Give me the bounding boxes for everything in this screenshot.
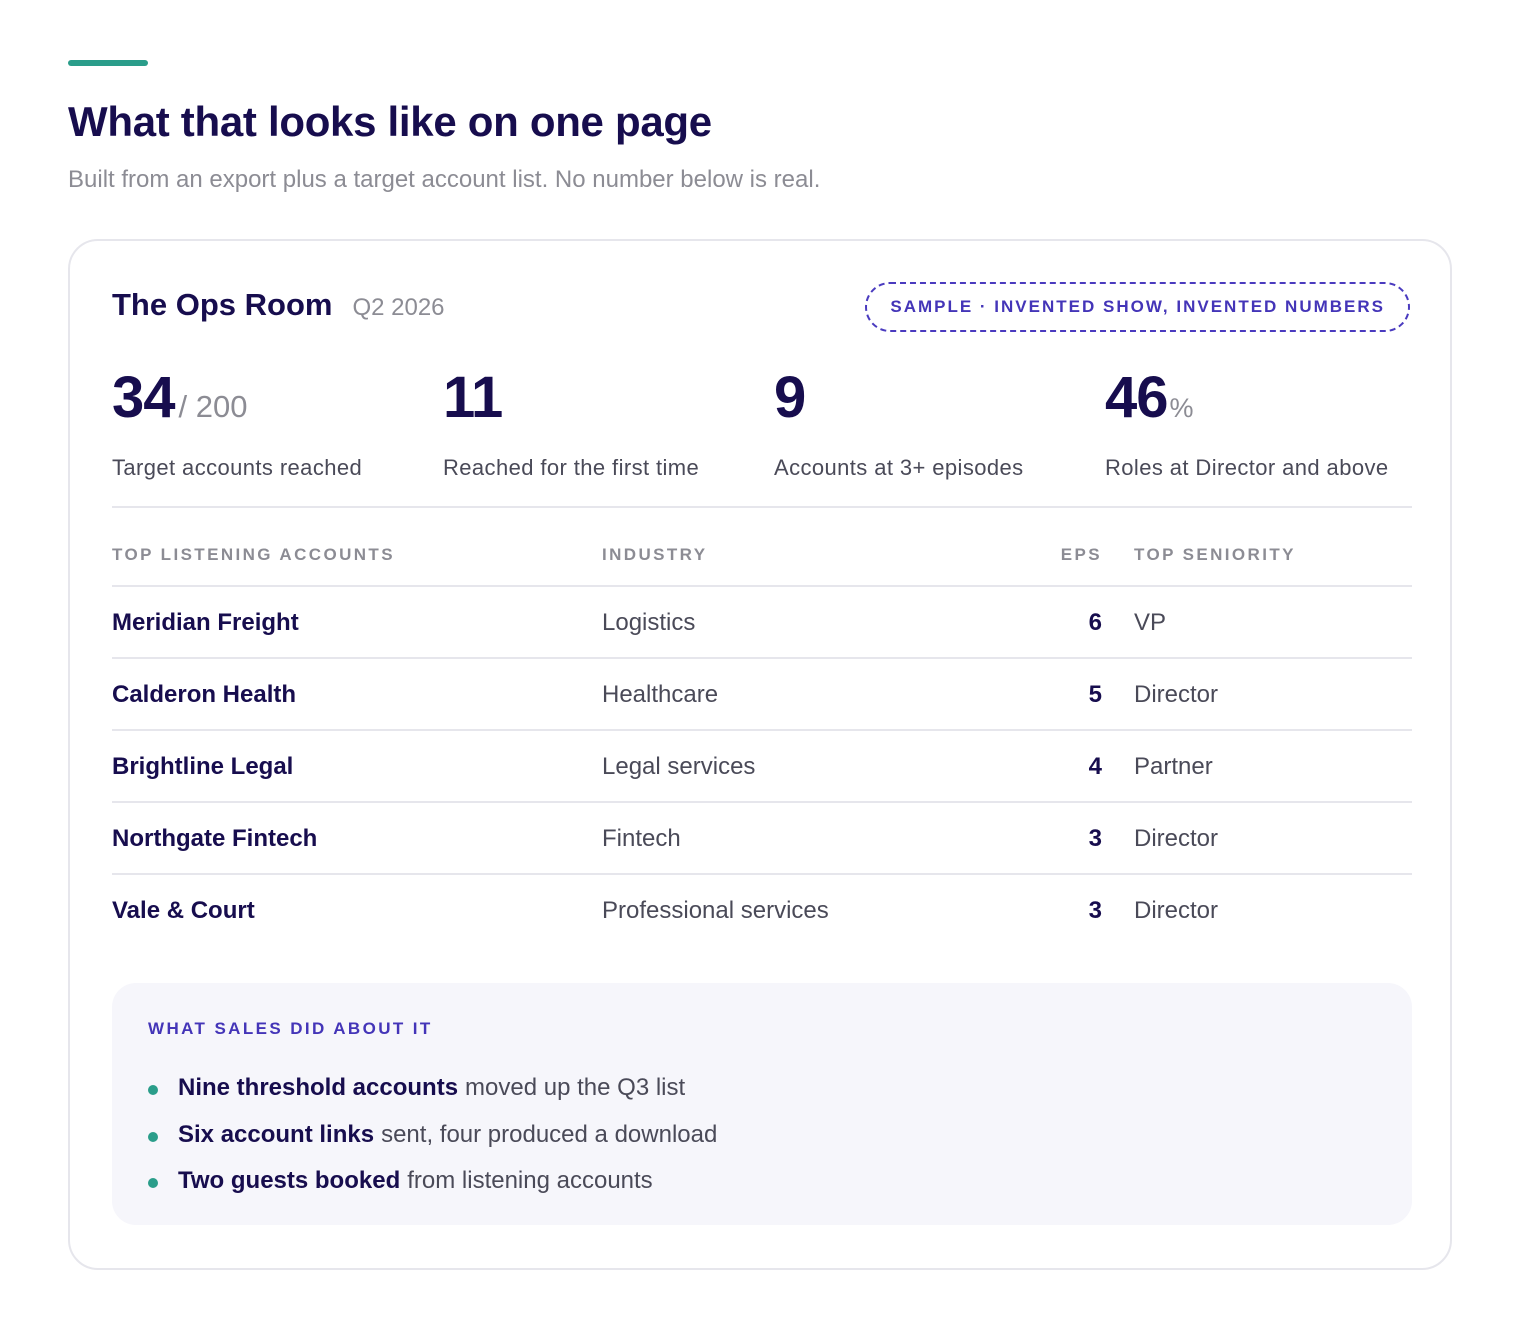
cell-account: Meridian Freight	[112, 609, 299, 636]
table-row: Brightline Legal Legal services 4 Partne…	[112, 731, 1412, 803]
list-item: Nine threshold accounts moved up the Q3 …	[148, 1065, 717, 1112]
cell-seniority: VP	[1134, 609, 1167, 636]
sales-item-text: moved up the Q3 list	[465, 1074, 686, 1102]
cell-seniority: Director	[1134, 681, 1219, 708]
bullet-dot-icon	[148, 1178, 158, 1189]
show-period: Q2 2026	[352, 294, 445, 321]
accounts-table: TOP LISTENING ACCOUNTS INDUSTRY EPS TOP …	[112, 539, 1412, 947]
table-row: Calderon Health Healthcare 5 Director	[112, 659, 1412, 731]
sales-actions-list: Nine threshold accounts moved up the Q3 …	[148, 1065, 717, 1205]
stat-label: Accounts at 3+ episodes	[774, 455, 1024, 480]
stat-number: 34	[112, 365, 176, 430]
sales-item-highlight: Six account links	[178, 1120, 375, 1148]
stat-number: 9	[774, 365, 806, 430]
stat-label: Target accounts reached	[112, 455, 363, 480]
report-card: The Ops Room Q2 2026 SAMPLE · INVENTED S…	[68, 239, 1452, 1270]
stat-suffix: / 200	[178, 389, 248, 424]
cell-seniority: Partner	[1134, 753, 1213, 780]
table-row: Northgate Fintech Fintech 3 Director	[112, 803, 1412, 875]
page-subtitle: Built from an export plus a target accou…	[68, 166, 821, 193]
stat-value: 9	[774, 363, 1024, 433]
sales-actions-panel: WHAT SALES DID ABOUT IT Nine threshold a…	[112, 983, 1412, 1225]
accent-bar	[68, 60, 148, 66]
cell-eps: 6	[1088, 609, 1102, 636]
show-name: The Ops Room	[112, 287, 333, 322]
cell-industry: Healthcare	[602, 681, 719, 708]
column-header-eps: EPS	[1060, 545, 1102, 564]
list-item: Six account links sent, four produced a …	[148, 1112, 717, 1159]
table-header: TOP LISTENING ACCOUNTS INDUSTRY EPS TOP …	[112, 539, 1412, 587]
column-header-seniority: TOP SENIORITY	[1134, 545, 1296, 564]
page-title: What that looks like on one page	[68, 98, 712, 145]
cell-industry: Legal services	[602, 753, 756, 780]
stat-value: 46 %	[1105, 363, 1389, 433]
sample-badge: SAMPLE · INVENTED SHOW, INVENTED NUMBERS	[865, 282, 1410, 332]
table-row: Meridian Freight Logistics 6 VP	[112, 587, 1412, 659]
table-row: Vale & Court Professional services 3 Dir…	[112, 875, 1412, 947]
sales-item-highlight: Nine threshold accounts	[178, 1074, 459, 1102]
stat-target-accounts: 34 / 200 Target accounts reached	[112, 363, 362, 481]
cell-industry: Professional services	[602, 897, 829, 924]
stat-first-time: 11 Reached for the first time	[443, 363, 699, 481]
stat-value: 11	[443, 363, 699, 433]
stat-percent-sign: %	[1169, 393, 1194, 423]
stat-director-and-above: 46 % Roles at Director and above	[1105, 363, 1389, 481]
sales-item-highlight: Two guests booked	[178, 1167, 401, 1195]
bullet-dot-icon	[148, 1085, 158, 1096]
stat-number: 46	[1105, 365, 1169, 430]
stat-number: 11	[443, 365, 503, 430]
sales-item-text: sent, four produced a download	[381, 1120, 718, 1148]
stat-three-plus-episodes: 9 Accounts at 3+ episodes	[774, 363, 1024, 481]
cell-account: Northgate Fintech	[112, 825, 318, 852]
cell-account: Calderon Health	[112, 681, 297, 708]
cell-eps: 3	[1088, 825, 1102, 852]
stat-label: Roles at Director and above	[1105, 455, 1389, 480]
bullet-dot-icon	[148, 1131, 158, 1142]
page: What that looks like on one page Built f…	[0, 0, 1520, 1332]
cell-seniority: Director	[1134, 897, 1219, 924]
column-header-industry: INDUSTRY	[602, 545, 708, 564]
sales-item-text: from listening accounts	[407, 1167, 653, 1195]
cell-industry: Logistics	[602, 609, 696, 636]
cell-account: Vale & Court	[112, 897, 255, 924]
cell-seniority: Director	[1134, 825, 1219, 852]
cell-eps: 3	[1088, 897, 1102, 924]
stat-label: Reached for the first time	[443, 455, 700, 480]
sales-panel-title: WHAT SALES DID ABOUT IT	[148, 1019, 433, 1038]
cell-eps: 5	[1088, 681, 1102, 708]
cell-industry: Fintech	[602, 825, 681, 852]
card-header: The Ops Room Q2 2026	[112, 287, 445, 323]
column-header-account: TOP LISTENING ACCOUNTS	[112, 545, 395, 564]
cell-account: Brightline Legal	[112, 753, 294, 780]
cell-eps: 4	[1088, 753, 1102, 780]
stat-value: 34 / 200	[112, 363, 362, 433]
list-item: Two guests booked from listening account…	[148, 1158, 717, 1205]
stats-row: 34 / 200 Target accounts reached 11 Reac…	[112, 363, 1412, 508]
